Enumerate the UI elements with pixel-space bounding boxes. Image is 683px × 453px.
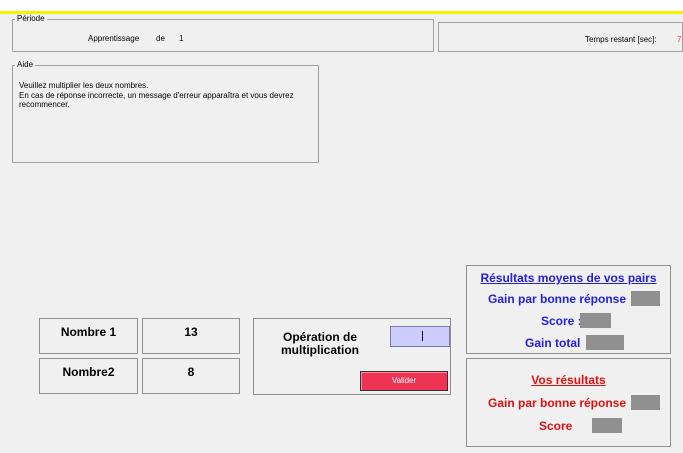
- vos-gain-value: [631, 395, 660, 410]
- resultats-pairs-panel: Résultats moyens de vos pairs Gain par b…: [466, 265, 671, 354]
- aide-legend: Aide: [17, 60, 34, 69]
- nombre2-label-cell: Nombre2: [39, 358, 138, 394]
- resultats-pairs-title: Résultats moyens de vos pairs: [480, 271, 657, 285]
- valider-button[interactable]: Valider: [360, 371, 448, 391]
- temps-restant-value: 7: [677, 35, 682, 44]
- operation-panel: Opération de multiplication Valider: [253, 318, 451, 395]
- pairs-gain-label: Gain par bonne réponse: [488, 292, 627, 306]
- vos-gain-label: Gain par bonne réponse: [488, 396, 627, 410]
- temps-restant-panel: Temps restant [sec]: 7: [438, 22, 683, 52]
- nombre1-value-cell: 13: [142, 318, 240, 354]
- periode-group: Période Apprentissage de 1: [12, 15, 434, 52]
- vos-score-value: [592, 418, 622, 433]
- text-caret: [422, 331, 423, 341]
- answer-input[interactable]: [390, 326, 450, 347]
- periode-value: 1: [179, 34, 184, 43]
- vos-resultats-title: Vos résultats: [531, 373, 606, 387]
- nombre2-value-cell: 8: [142, 358, 240, 394]
- periode-legend: Période: [17, 14, 45, 23]
- pairs-gain-value: [631, 291, 660, 306]
- de-label: de: [156, 34, 165, 43]
- aide-group: Aide Veuillez multiplier les deux nombre…: [12, 61, 319, 163]
- nombre1-value: 13: [184, 325, 198, 339]
- vos-score-label: Score: [539, 419, 573, 433]
- nombre1-label-cell: Nombre 1: [39, 318, 138, 354]
- pairs-score-value: [580, 313, 611, 328]
- vos-resultats-panel: Vos résultats Gain par bonne réponse Sco…: [466, 358, 671, 447]
- aide-text: Veuillez multiplier les deux nombres. En…: [19, 81, 294, 109]
- nombre2-value: 8: [187, 365, 195, 379]
- nombre2-label: Nombre2: [62, 365, 115, 379]
- pairs-gain-total-label: Gain total: [525, 336, 581, 350]
- temps-restant-label: Temps restant [sec]:: [585, 35, 657, 44]
- top-yellow-bar: [0, 0, 683, 14]
- pairs-gain-total-value: [586, 335, 624, 350]
- apprentissage-label: Apprentissage: [88, 34, 140, 43]
- pairs-score-label: Score :: [541, 314, 582, 328]
- nombre1-label: Nombre 1: [60, 325, 117, 339]
- operation-label: Opération de multiplication: [281, 330, 359, 357]
